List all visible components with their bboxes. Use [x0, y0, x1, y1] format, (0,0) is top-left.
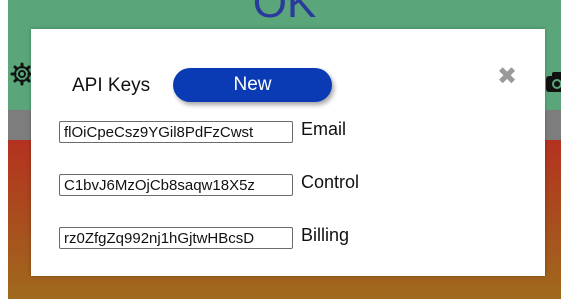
dialog-title: API Keys: [72, 75, 151, 96]
close-icon[interactable]: ✖: [494, 63, 520, 89]
billing-key-label: Billing: [301, 225, 350, 245]
billing-key-field[interactable]: [59, 227, 293, 249]
email-key-label: Email: [301, 119, 347, 139]
control-key-label: Control: [301, 172, 360, 192]
control-key-field[interactable]: [59, 174, 293, 196]
background-title: OK: [252, 0, 317, 27]
new-key-button[interactable]: New: [173, 68, 332, 102]
api-keys-dialog: API Keys New ✖ Email Control Billing: [31, 29, 545, 276]
email-key-field[interactable]: [59, 121, 293, 143]
camera-icon[interactable]: [545, 68, 561, 96]
